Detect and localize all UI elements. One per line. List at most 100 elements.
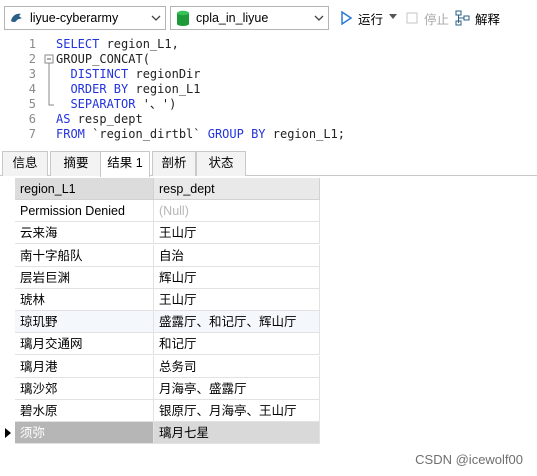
table-row[interactable]: 璃沙郊 月海亭、盛露厅 — [0, 377, 320, 400]
code-text: FROM `region_dirtbl` GROUP BY region_L1; — [56, 127, 345, 142]
tab-info[interactable]: 信息 — [2, 151, 48, 176]
sql-text: '、') — [135, 97, 177, 111]
connection-name: liyue-cyberarmy — [30, 11, 119, 25]
run-dropdown-icon[interactable] — [389, 14, 397, 20]
cell-resp-dept[interactable]: 银原厅、月海亭、王山厅 — [154, 400, 320, 422]
table-row[interactable]: 层岩巨渊 辉山厅 — [0, 266, 320, 289]
cell-resp-dept[interactable]: 总务司 — [154, 355, 320, 378]
cell-region-l1[interactable]: 璃月港 — [15, 355, 154, 378]
explain-icon — [455, 10, 471, 26]
code-text: DISTINCT regionDir — [56, 67, 201, 82]
row-gutter[interactable] — [0, 289, 15, 311]
tab-summary[interactable]: 摘要 — [50, 151, 102, 176]
cell-region-l1[interactable]: 云来海 — [15, 222, 154, 245]
cell-region-l1[interactable]: Permission Denied — [15, 200, 154, 223]
tab-profile[interactable]: 剖析 — [152, 151, 196, 176]
cell-region-l1[interactable]: 璃月交通网 — [15, 333, 154, 356]
stop-button[interactable]: 停止 — [404, 8, 449, 28]
row-gutter[interactable] — [0, 400, 15, 422]
dolphin-icon — [9, 10, 25, 26]
sql-keyword: AS — [56, 112, 71, 126]
column-header-resp-dept[interactable]: resp_dept — [154, 178, 320, 200]
code-text: SELECT region_L1, — [56, 37, 179, 52]
cell-resp-dept[interactable]: 璃月七星 — [154, 422, 320, 445]
sql-text: region_L1 — [128, 82, 201, 96]
line-number: 6 — [28, 112, 36, 126]
line-number: 3 — [28, 67, 36, 81]
table-row[interactable]: 璃月交通网 和记厅 — [0, 333, 320, 356]
grid-header-row: region_L1 resp_dept — [0, 178, 320, 200]
sql-keyword: SELECT — [56, 37, 100, 51]
line-number: 7 — [28, 127, 36, 141]
sql-text: `region_dirtbl` — [84, 127, 208, 141]
cell-resp-dept[interactable]: 王山厅 — [154, 289, 320, 311]
cell-resp-dept[interactable]: 月海亭、盛露厅 — [154, 377, 320, 400]
explain-button[interactable]: 解释 — [455, 8, 500, 28]
row-gutter[interactable] — [0, 378, 15, 400]
cell-region-l1[interactable]: 琥林 — [15, 289, 154, 311]
stop-label: 停止 — [424, 12, 450, 27]
row-gutter[interactable] — [0, 245, 15, 267]
sql-keyword: DISTINCT — [56, 67, 129, 81]
fold-guide — [48, 97, 54, 106]
table-row[interactable]: 琥林 王山厅 — [0, 289, 320, 311]
cell-region-l1[interactable]: 碧水原 — [15, 400, 154, 422]
line-number: 5 — [28, 97, 36, 111]
database-select[interactable]: cpla_in_liyue — [170, 6, 329, 30]
row-gutter[interactable] — [0, 200, 15, 222]
current-row-pointer-icon — [5, 428, 11, 439]
run-label: 运行 — [358, 12, 384, 27]
column-header-region-l1[interactable]: region_L1 — [15, 178, 154, 200]
fold-guide — [48, 82, 50, 97]
cell-resp-dept[interactable]: 盛露厅、和记厅、辉山厅 — [154, 311, 320, 334]
stop-icon — [404, 10, 420, 26]
row-gutter[interactable] — [0, 333, 15, 355]
query-toolbar: liyue-cyberarmy cpla_in_liyue 运行 停止 解释 — [0, 0, 537, 34]
table-row[interactable]: 碧水原 银原厅、月海亭、王山厅 — [0, 400, 320, 422]
table-row[interactable]: 琼玑野 盛露厅、和记厅、辉山厅 — [0, 311, 320, 334]
explain-label: 解释 — [475, 12, 501, 27]
line-number: 4 — [28, 82, 36, 96]
table-row[interactable]: Permission Denied (Null) — [0, 200, 320, 223]
code-text: ORDER BY region_L1 — [56, 82, 201, 97]
chevron-down-icon — [151, 13, 161, 23]
table-row[interactable]: 璃月港 总务司 — [0, 355, 320, 378]
connection-select[interactable]: liyue-cyberarmy — [4, 6, 166, 30]
sql-text: regionDir — [128, 67, 201, 81]
tab-result-1[interactable]: 结果 1 — [100, 151, 150, 177]
fold-guide — [48, 67, 50, 82]
cell-resp-dept[interactable]: 辉山厅 — [154, 266, 320, 289]
play-icon — [338, 10, 354, 26]
row-gutter[interactable] — [0, 311, 15, 333]
table-row[interactable]: 须弥 璃月七星 — [0, 422, 320, 445]
code-text: GROUP_CONCAT( — [56, 52, 150, 67]
sql-text: region_L1, — [99, 37, 179, 51]
database-icon — [175, 10, 191, 26]
row-gutter[interactable] — [0, 222, 15, 244]
database-name: cpla_in_liyue — [196, 11, 269, 25]
cell-region-l1[interactable]: 琼玑野 — [15, 311, 154, 334]
watermark: CSDN @icewolf00 — [415, 452, 523, 467]
row-gutter[interactable] — [0, 422, 15, 444]
tab-status[interactable]: 状态 — [196, 151, 246, 176]
cell-resp-dept[interactable]: 自治 — [154, 244, 320, 267]
cell-resp-dept[interactable]: 和记厅 — [154, 333, 320, 356]
sql-keyword: ORDER BY — [56, 82, 129, 96]
sql-text: resp_dept — [70, 112, 143, 126]
line-number: 2 — [28, 52, 36, 66]
cell-region-l1[interactable]: 须弥 — [15, 422, 154, 445]
row-gutter[interactable] — [0, 356, 15, 378]
cell-region-l1[interactable]: 璃沙郊 — [15, 377, 154, 400]
cell-region-l1[interactable]: 层岩巨渊 — [15, 266, 154, 289]
run-button[interactable]: 运行 — [338, 8, 383, 28]
cell-resp-dept[interactable]: (Null) — [154, 200, 320, 223]
cell-resp-dept[interactable]: 王山厅 — [154, 222, 320, 245]
row-gutter[interactable] — [0, 267, 15, 289]
table-row[interactable]: 云来海 王山厅 — [0, 222, 320, 245]
table-row[interactable]: 南十字船队 自治 — [0, 244, 320, 267]
chevron-down-icon — [314, 13, 324, 23]
fold-toggle-icon[interactable] — [44, 52, 54, 67]
cell-region-l1[interactable]: 南十字船队 — [15, 244, 154, 267]
code-text: AS resp_dept — [56, 112, 143, 127]
sql-editor[interactable]: 1 SELECT region_L1, 2 GROUP_CONCAT(3 DISTIN… — [0, 34, 537, 146]
